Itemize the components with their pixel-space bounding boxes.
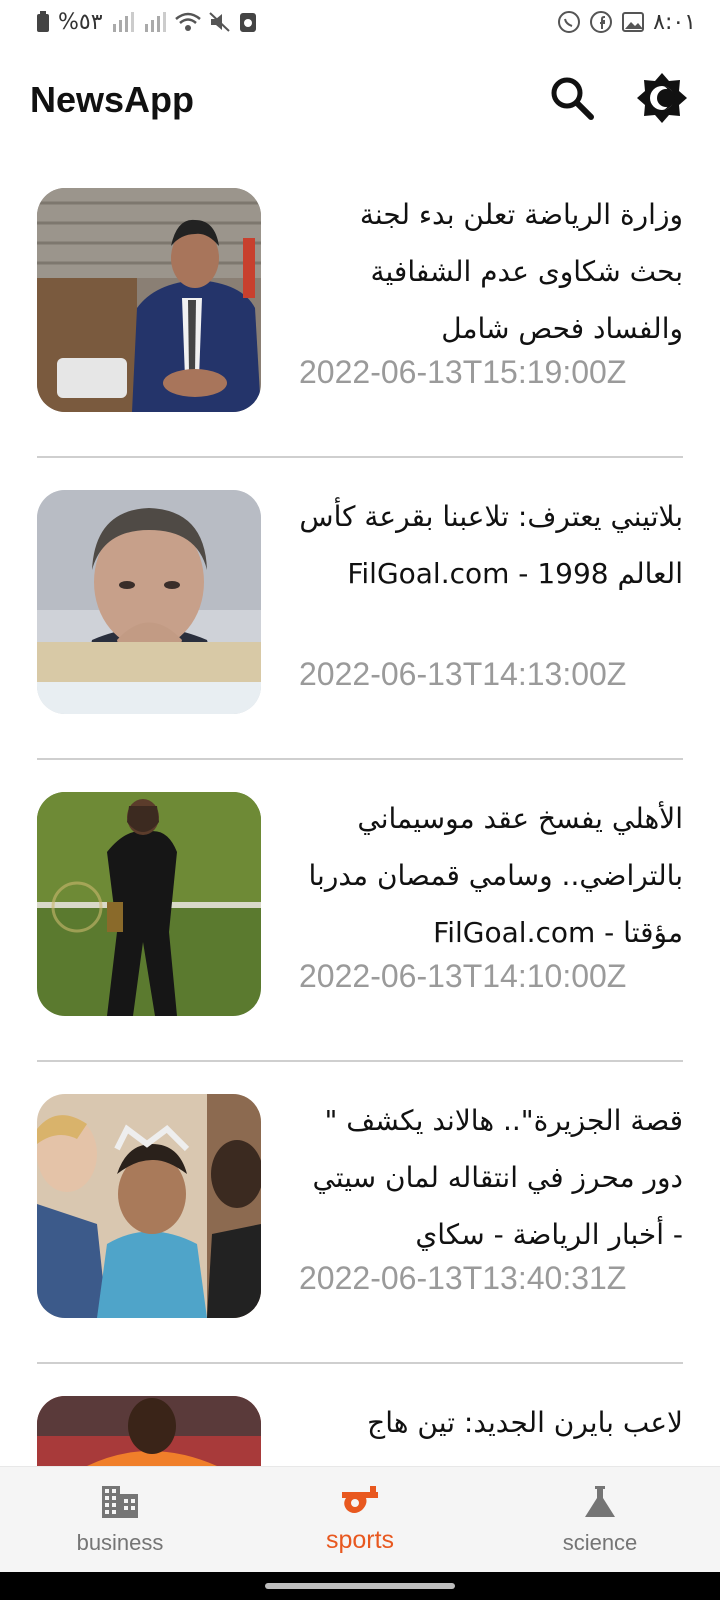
article-item[interactable]: وزارة الرياضة تعلن بدء لجنة بحث شكاوى عد… [37,156,683,458]
battery-icon [36,11,50,33]
wifi-icon [174,12,201,32]
article-title[interactable]: قصة الجزيرة".. هالاند يكشف " دور محرز في… [299,1092,683,1263]
nav-business[interactable]: business [0,1467,240,1573]
article-date: 2022-06-13T14:10:00Z [299,958,627,994]
article-thumbnail [37,1396,261,1466]
signal-icon [143,12,167,32]
home-gesture-handle[interactable] [265,1583,455,1589]
article-thumbnail [37,188,261,412]
article-thumbnail [37,1094,261,1318]
article-title[interactable]: بلاتيني يعترف: تلاعبنا بقرعة كأس العالم … [299,488,683,602]
article-date: 2022-06-13T14:13:00Z [299,656,627,692]
recycle-icon [239,11,257,33]
article-item[interactable]: لاعب بايرن الجديد: تين هاج [37,1364,683,1466]
status-right: ٨:٠١ [557,10,696,35]
sports-icon [340,1485,380,1520]
mute-icon [208,12,231,32]
business-icon [100,1484,140,1524]
nav-business-label: business [76,1530,164,1555]
article-date: 2022-06-13T13:40:31Z [299,1260,627,1296]
nav-sports[interactable]: sports [240,1467,480,1573]
battery-percent: %٥٣ [58,9,103,35]
science-icon [582,1484,618,1524]
article-item[interactable]: بلاتيني يعترف: تلاعبنا بقرعة كأس العالم … [37,458,683,760]
app-title: NewsApp [30,79,195,120]
article-list[interactable]: وزارة الرياضة تعلن بدء لجنة بحث شكاوى عد… [37,156,683,1466]
nav-science-label: science [562,1530,638,1555]
nav-science[interactable]: science [480,1467,720,1573]
search-button[interactable] [544,72,600,128]
facebook-icon [589,10,613,34]
article-date: 2022-06-13T15:19:00Z [299,354,627,390]
brightness-icon [635,71,689,129]
whatsapp-icon [557,10,581,34]
article-thumbnail [37,490,261,714]
search-icon [549,75,595,125]
signal-icon [111,12,135,32]
clock: ٨:٠١ [653,9,696,35]
nav-sports-label: sports [325,1525,395,1554]
gesture-navigation-bar [0,1572,720,1600]
bottom-navigation: business sports science [0,1466,720,1573]
article-title[interactable]: وزارة الرياضة تعلن بدء لجنة بحث شكاوى عد… [299,186,683,357]
gallery-icon [621,11,645,33]
article-item[interactable]: قصة الجزيرة".. هالاند يكشف " دور محرز في… [37,1062,683,1364]
status-bar: %٥٣ ٨:٠١ [0,0,720,44]
article-thumbnail [37,792,261,1016]
article-title[interactable]: لاعب بايرن الجديد: تين هاج [299,1394,683,1451]
theme-toggle-button[interactable] [634,72,690,128]
status-left: %٥٣ [36,10,257,35]
app-bar: NewsApp [0,56,720,144]
article-title[interactable]: الأهلي يفسخ عقد موسيماني بالتراضي.. وسام… [299,790,684,961]
article-item[interactable]: الأهلي يفسخ عقد موسيماني بالتراضي.. وسام… [37,760,683,1062]
